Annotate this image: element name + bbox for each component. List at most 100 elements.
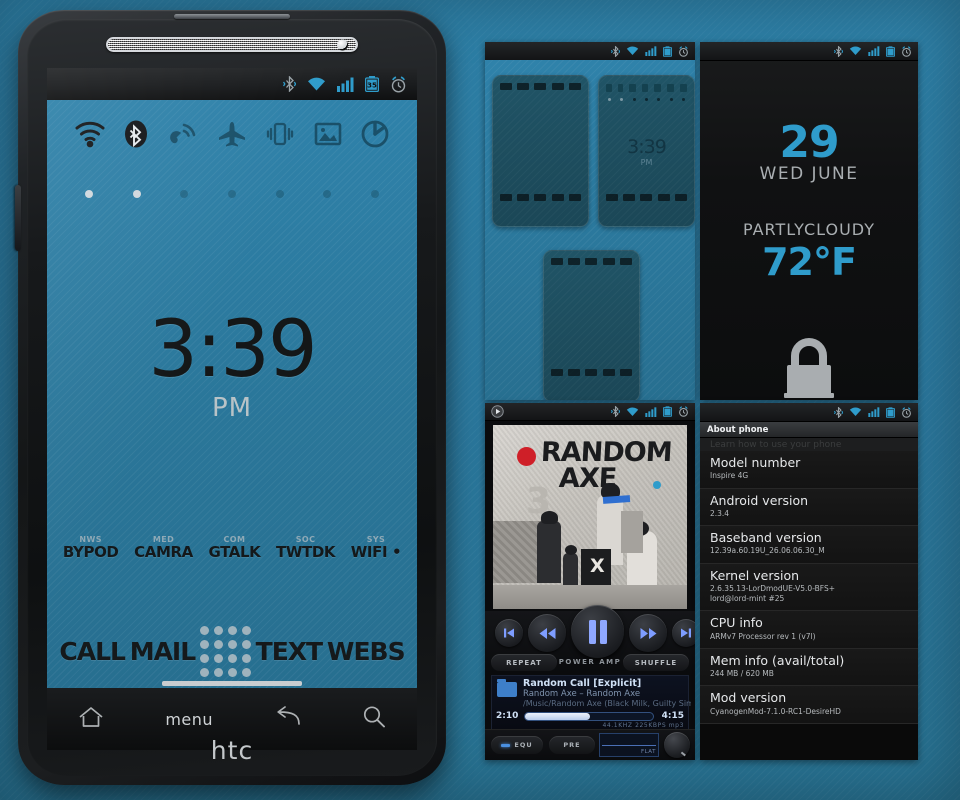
earpiece-grille — [106, 37, 358, 52]
music-player-panel: 3 RANDOM AXE X REPEAT SHUFFLE POWER AMP … — [485, 403, 695, 760]
previous-track-icon[interactable] — [495, 619, 523, 647]
lockscreen-body: 29 WED JUNE PARTLYCLOUDY 72°F — [700, 60, 918, 400]
app-drawer-icon[interactable] — [199, 626, 251, 677]
rewind-icon[interactable] — [528, 614, 566, 652]
equ-button[interactable]: EQU — [491, 736, 543, 754]
about-row-kernel-version[interactable]: Kernel version 2.6.35.13-LorDmodUE-V5.0-… — [700, 563, 918, 612]
track-path: /Music/Random Axe (Black Milk, Guilty Si… — [523, 699, 691, 708]
about-phone-panel: About phone Learn how to use your phone … — [700, 403, 918, 760]
album-art[interactable]: 3 RANDOM AXE X — [493, 425, 687, 609]
row-value: 2.3.4 — [710, 508, 730, 518]
toggle-dot — [371, 190, 380, 198]
toggle-dot — [180, 190, 189, 198]
volume-knob[interactable] — [664, 732, 690, 758]
phone-screen: 35 3:39 PM NWS BYPOD MED CAMRA COM GTALK… — [47, 68, 417, 688]
toggle-dot — [132, 190, 141, 198]
track-elapsed-time: 2:10 — [496, 711, 519, 721]
fast-forward-icon[interactable] — [629, 614, 667, 652]
toggle-dot — [84, 190, 93, 198]
power-toggle[interactable] — [361, 120, 389, 153]
homescreen-thumbnail-center[interactable]: 3:39 PM — [598, 75, 695, 227]
about-phone-title: About phone — [700, 422, 918, 438]
lockscreen-temperature: 72°F — [762, 240, 857, 284]
quick-link-label: BYPOD — [62, 543, 119, 561]
quick-link-wifi[interactable]: SYS WIFI • — [350, 536, 402, 561]
quick-link-bypod[interactable]: NWS BYPOD — [63, 536, 119, 560]
signal-icon — [645, 46, 657, 56]
quick-link-label: GTALK — [208, 543, 261, 561]
about-row-baseband-version[interactable]: Baseband version 12.39a.60.19U_26.06.06.… — [700, 526, 918, 564]
dock-item-text[interactable]: TEXT — [256, 637, 323, 666]
row-label: Baseband version — [710, 530, 822, 545]
music-track-info[interactable]: Random Call [Explicit] Random Axe – Rand… — [491, 675, 691, 731]
pause-icon[interactable] — [571, 605, 624, 658]
about-row-android-version[interactable]: Android version 2.3.4 — [700, 488, 918, 526]
row-label: Kernel version — [710, 567, 800, 583]
track-title: Random Call [Explicit] — [523, 678, 642, 689]
homescreen-thumbnail-left[interactable] — [492, 75, 589, 227]
clock-widget[interactable]: 3:39 PM — [47, 305, 417, 424]
dock-item-webs[interactable]: WEBS — [327, 637, 406, 666]
brightness-toggle[interactable] — [314, 121, 342, 152]
quick-link-twtdk[interactable]: SOC TWTDK — [276, 536, 335, 560]
search-icon[interactable] — [362, 705, 386, 734]
about-phone-title-text: About phone — [707, 424, 769, 435]
next-track-icon[interactable] — [672, 619, 695, 647]
equalizer-graph[interactable]: FLAT — [599, 733, 659, 757]
menu-button[interactable]: menu — [165, 710, 213, 729]
battery-icon — [663, 406, 672, 417]
dock-item-call[interactable]: CALL — [59, 637, 126, 666]
row-label: CPU info — [710, 615, 763, 631]
overview-body: 3:39 PM — [485, 60, 695, 400]
row-label: Android version — [710, 492, 809, 508]
dock-row: CALL MAIL TEXT WEBS — [47, 626, 417, 677]
quick-link-label: WIFI • — [350, 543, 402, 561]
toggle-dot — [323, 190, 332, 198]
track-artist: Random Axe – Random Axe — [523, 689, 641, 699]
toggle-status-dots — [47, 190, 417, 198]
lock-icon[interactable] — [781, 338, 837, 400]
back-icon[interactable] — [275, 705, 301, 733]
data-toggle[interactable] — [168, 120, 198, 153]
lockscreen-status-bar — [700, 42, 918, 61]
equalizer-strip: EQU PRE FLAT — [485, 729, 695, 760]
row-value: 2.6.35.13-LorDmodUE-V5.0-BFS+ lord@lord-… — [710, 583, 836, 603]
alarm-icon — [902, 406, 911, 418]
vibrate-toggle[interactable] — [266, 120, 294, 153]
row-value: ARMv7 Processor rev 1 (v7l) — [710, 631, 816, 641]
home-icon[interactable] — [78, 705, 104, 734]
about-phone-ghost-text: Learn how to use your phone — [710, 439, 842, 450]
track-progress-bar[interactable] — [524, 712, 654, 721]
wifi-icon — [308, 77, 325, 90]
dock-item-mail[interactable]: MAIL — [130, 637, 196, 666]
quick-link-gtalk[interactable]: COM GTALK — [208, 536, 260, 560]
battery-icon — [886, 45, 895, 57]
lockscreen-date: WED JUNE — [759, 164, 859, 184]
quick-link-camra[interactable]: MED CAMRA — [134, 536, 193, 560]
track-total-time: 4:15 — [661, 711, 684, 721]
quick-links-row: NWS BYPOD MED CAMRA COM GTALK SOC TWTDK … — [47, 536, 417, 560]
wifi-icon — [626, 406, 639, 416]
alarm-icon — [902, 45, 911, 57]
bluetooth-icon — [611, 45, 620, 57]
volume-rocker-button[interactable] — [15, 185, 21, 251]
clock-time: 3:39 — [148, 305, 317, 395]
homescreen-thumbnail-right[interactable] — [543, 250, 640, 400]
about-row-mem-info[interactable]: Mem info (avail/total) 244 MB / 620 MB — [700, 648, 918, 687]
equ-label: EQU — [514, 741, 533, 749]
about-row-cpu-info[interactable]: CPU info ARMv7 Processor rev 1 (v7l) — [700, 611, 918, 649]
bluetooth-toggle[interactable] — [124, 120, 148, 153]
clock-ampm: PM — [211, 393, 253, 424]
row-value: Inspire 4G — [710, 471, 749, 481]
toggle-icon-row — [47, 120, 417, 153]
wifi-toggle[interactable] — [75, 120, 105, 153]
about-row-mod-version[interactable]: Mod version CyanogenMod-7.1.0-RC1-Desire… — [700, 686, 918, 724]
about-row-model-number[interactable]: Model number Inspire 4G — [700, 451, 918, 489]
equalizer-preset-label: FLAT — [640, 749, 656, 755]
toggle-dot — [227, 190, 236, 198]
play-notification-icon — [491, 405, 504, 418]
airplane-toggle[interactable] — [217, 120, 247, 153]
htc-phone-device: 35 3:39 PM NWS BYPOD MED CAMRA COM GTALK… — [15, 10, 446, 785]
signal-icon — [868, 407, 880, 417]
pre-button[interactable]: PRE — [549, 736, 595, 754]
